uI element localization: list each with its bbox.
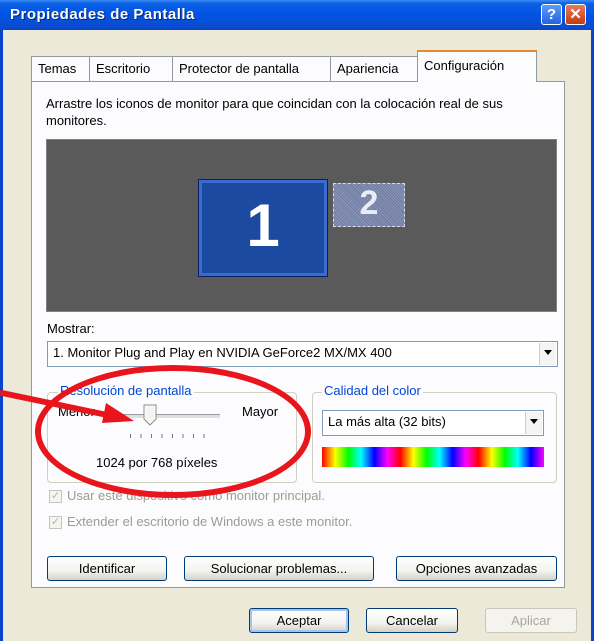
tab-protector-de-pantalla[interactable]: Protector de pantalla — [172, 56, 331, 81]
primary-monitor-checkbox[interactable]: ✓ — [49, 490, 62, 503]
monitor-1-icon[interactable]: 1 — [198, 179, 328, 277]
identify-button[interactable]: Identificar — [47, 556, 167, 581]
color-quality-group — [312, 392, 557, 483]
monitor-2-icon[interactable]: 2 — [333, 183, 405, 227]
help-button[interactable]: ? — [541, 4, 562, 25]
display-select-value: 1. Monitor Plug and Play en NVIDIA GeFor… — [53, 345, 392, 360]
title-bar[interactable]: Propiedades de Pantalla ? ✕ — [0, 0, 594, 30]
tab-apariencia[interactable]: Apariencia — [330, 56, 418, 81]
display-label: Mostrar: — [47, 321, 95, 336]
tab-escritorio[interactable]: Escritorio — [89, 56, 173, 81]
cancel-button[interactable]: Cancelar — [366, 608, 458, 633]
help-icon: ? — [546, 6, 557, 23]
advanced-options-button[interactable]: Opciones avanzadas — [396, 556, 557, 581]
tab-configuracion[interactable]: Configuración — [417, 50, 537, 82]
ok-button[interactable]: Aceptar — [249, 608, 349, 633]
instruction-text: Arrastre los iconos de monitor para que … — [46, 96, 503, 128]
chevron-down-icon[interactable] — [525, 412, 542, 434]
tab-temas[interactable]: Temas — [31, 56, 90, 81]
troubleshoot-button[interactable]: Solucionar problemas... — [184, 556, 374, 581]
close-icon: ✕ — [569, 6, 582, 23]
chevron-down-icon[interactable] — [539, 343, 556, 365]
close-button[interactable]: ✕ — [565, 4, 586, 25]
annotation-arrow-icon — [0, 390, 134, 423]
display-select[interactable]: 1. Monitor Plug and Play en NVIDIA GeFor… — [47, 341, 558, 367]
color-quality-select-value: La más alta (32 bits) — [328, 414, 446, 429]
color-quality-select[interactable]: La más alta (32 bits) — [322, 410, 544, 436]
apply-button[interactable]: Aplicar — [485, 608, 577, 633]
extend-desktop-checkbox[interactable]: ✓ — [49, 516, 62, 529]
extend-desktop-label: Extender el escritorio de Windows a este… — [67, 514, 353, 529]
color-spectrum-bar — [322, 447, 544, 467]
monitor-1-number: 1 — [246, 192, 280, 259]
window-title: Propiedades de Pantalla — [10, 6, 195, 23]
color-quality-group-label: Calidad del color — [322, 383, 423, 398]
monitor-2-number: 2 — [359, 184, 379, 222]
